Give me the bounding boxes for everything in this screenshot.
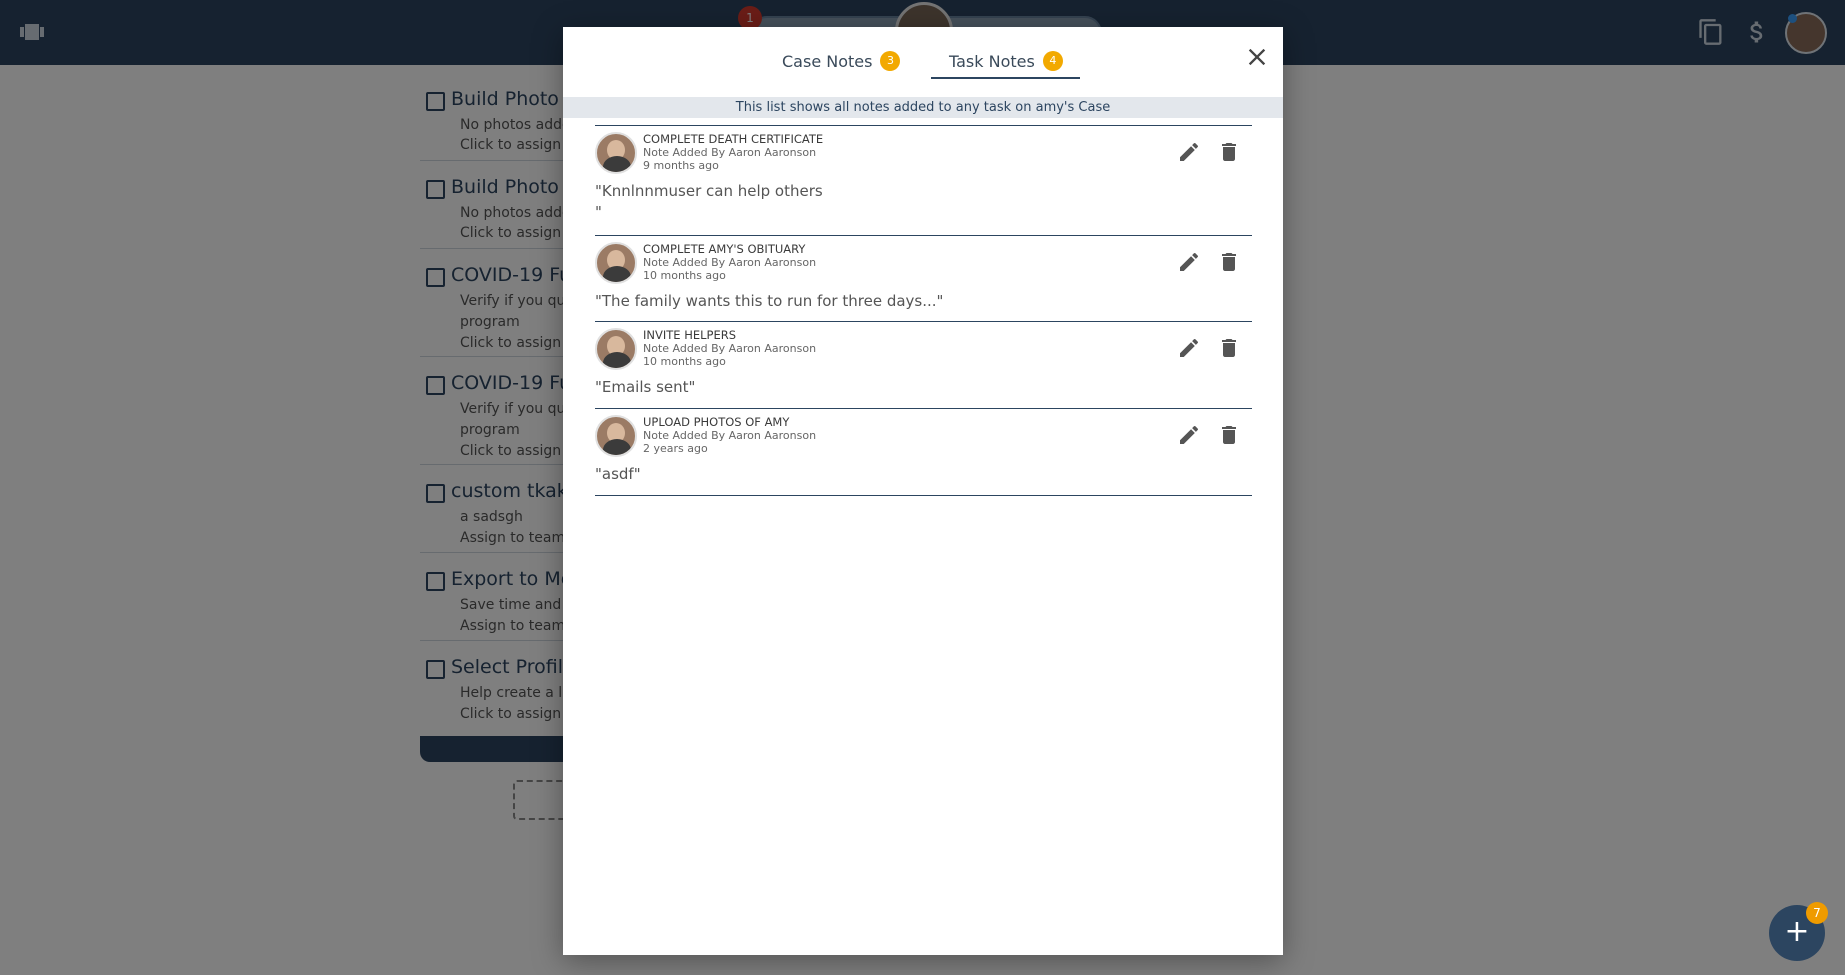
notes-modal: Case Notes 3 Task Notes 4 This list show…	[563, 27, 1283, 955]
note-text: "Knnlnnmuser can help others "	[595, 182, 823, 221]
edit-icon[interactable]	[1177, 423, 1201, 447]
note-item: UPLOAD PHOTOS OF AMY Note Added By Aaron…	[595, 408, 1252, 495]
close-icon[interactable]	[1243, 43, 1271, 71]
note-author: Note Added By Aaron Aaronson	[643, 146, 817, 159]
note-task-title: COMPLETE AMY'S OBITUARY	[643, 242, 806, 256]
fab-count-badge: 7	[1806, 902, 1828, 924]
list-divider	[595, 495, 1252, 496]
active-tab-indicator	[931, 77, 1080, 79]
tab-label: Task Notes	[949, 51, 1035, 71]
note-author: Note Added By Aaron Aaronson	[643, 429, 817, 442]
modal-tabs: Case Notes 3 Task Notes 4	[563, 27, 1283, 97]
tab-count-badge: 3	[880, 51, 901, 71]
avatar	[595, 242, 637, 284]
note-task-title: INVITE HELPERS	[643, 328, 737, 342]
tab-label: Case Notes	[782, 51, 873, 71]
note-item: COMPLETE DEATH CERTIFICATE Note Added By…	[595, 125, 1252, 235]
tab-case-notes[interactable]: Case Notes 3	[782, 43, 901, 79]
note-task-title: UPLOAD PHOTOS OF AMY	[643, 415, 790, 429]
trash-icon[interactable]	[1217, 250, 1241, 274]
note-text: "The family wants this to run for three …	[595, 292, 944, 310]
trash-icon[interactable]	[1217, 140, 1241, 164]
tab-count-badge: 4	[1042, 51, 1063, 71]
note-timestamp: 2 years ago	[643, 442, 708, 455]
avatar	[595, 328, 637, 370]
avatar	[595, 415, 637, 457]
avatar	[595, 132, 637, 174]
note-item: INVITE HELPERS Note Added By Aaron Aaron…	[595, 321, 1252, 408]
trash-icon[interactable]	[1217, 423, 1241, 447]
note-author: Note Added By Aaron Aaronson	[643, 342, 817, 355]
note-timestamp: 10 months ago	[643, 269, 726, 282]
trash-icon[interactable]	[1217, 336, 1241, 360]
note-item: COMPLETE AMY'S OBITUARY Note Added By Aa…	[595, 235, 1252, 321]
edit-icon[interactable]	[1177, 250, 1201, 274]
edit-icon[interactable]	[1177, 336, 1201, 360]
info-banner: This list shows all notes added to any t…	[563, 97, 1283, 118]
tab-task-notes[interactable]: Task Notes 4	[949, 43, 1063, 79]
note-text: "Emails sent"	[595, 378, 696, 396]
note-text: "asdf"	[595, 465, 641, 483]
note-timestamp: 10 months ago	[643, 355, 726, 368]
edit-icon[interactable]	[1177, 140, 1201, 164]
note-timestamp: 9 months ago	[643, 159, 719, 172]
note-task-title: COMPLETE DEATH CERTIFICATE	[643, 132, 824, 146]
note-author: Note Added By Aaron Aaronson	[643, 256, 817, 269]
